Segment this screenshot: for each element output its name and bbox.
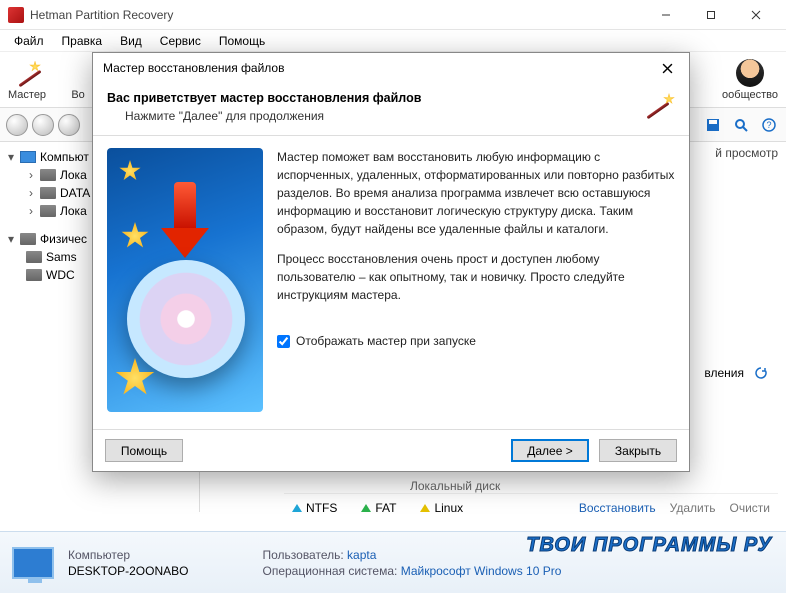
wizard-paragraph-2: Процесс восстановления очень прост и дос… <box>277 250 675 304</box>
app-icon <box>8 7 24 23</box>
fs-ntfs: NTFS <box>292 501 337 515</box>
footer-computer-name: DESKTOP-2OONABO <box>68 564 188 578</box>
wand-icon <box>13 59 41 87</box>
computer-icon <box>20 151 36 163</box>
menu-tools[interactable]: Сервис <box>152 32 209 50</box>
action-recover[interactable]: Восстановить <box>579 501 656 515</box>
wizard-next-button[interactable]: Далее > <box>511 439 589 462</box>
wizard-header: Вас приветствует мастер восстановления ф… <box>93 83 689 136</box>
wizard-show-on-start[interactable]: Отображать мастер при запуске <box>277 332 675 350</box>
refresh-icon[interactable] <box>750 362 772 384</box>
footer-os: Майкрософт Windows 10 Pro <box>401 564 562 578</box>
wizard-show-checkbox[interactable] <box>277 335 290 348</box>
disk-label: Локальный диск <box>410 479 500 493</box>
wizard-dialog: Мастер восстановления файлов Вас приветс… <box>92 52 690 472</box>
nav-back-button[interactable] <box>6 114 28 136</box>
footer-user: kapta <box>347 548 376 562</box>
wizard-footer: Помощь Далее > Закрыть <box>93 429 689 471</box>
drive-icon <box>40 169 56 181</box>
footer-computer-label: Компьютер <box>68 548 188 562</box>
minimize-button[interactable] <box>643 0 688 30</box>
hdd-icon <box>26 251 42 263</box>
window-title: Hetman Partition Recovery <box>30 8 643 22</box>
hdd-icon <box>26 269 42 281</box>
toolbar-wizard[interactable]: Мастер <box>8 59 46 101</box>
wizard-titlebar: Мастер восстановления файлов <box>93 53 689 83</box>
svg-text:?: ? <box>766 120 771 130</box>
person-icon <box>736 59 764 87</box>
menu-bar: Файл Правка Вид Сервис Помощь <box>0 30 786 52</box>
wizard-subheading: Нажмите "Далее" для продолжения <box>107 105 641 123</box>
wizard-paragraph-1: Мастер поможет вам восстановить любую ин… <box>277 148 675 238</box>
save-icon[interactable] <box>702 114 724 136</box>
filesystem-legend: NTFS FAT Linux Восстановить Удалить Очис… <box>284 493 778 521</box>
hdd-icon <box>20 233 36 245</box>
close-button[interactable] <box>733 0 778 30</box>
toolbar-community[interactable]: ообщество <box>722 59 778 101</box>
drive-icon <box>40 187 56 199</box>
action-delete[interactable]: Удалить <box>670 501 716 515</box>
maximize-button[interactable] <box>688 0 733 30</box>
help-icon[interactable]: ? <box>758 114 780 136</box>
menu-file[interactable]: Файл <box>6 32 52 50</box>
search-icon[interactable] <box>730 114 752 136</box>
window-titlebar: Hetman Partition Recovery <box>0 0 786 30</box>
nav-up-button[interactable] <box>58 114 80 136</box>
chevron-right-icon: › <box>26 186 36 200</box>
wizard-hero-image <box>107 148 263 412</box>
wizard-title: Мастер восстановления файлов <box>103 61 655 75</box>
menu-help[interactable]: Помощь <box>211 32 273 50</box>
wizard-checkbox-label: Отображать мастер при запуске <box>296 332 476 350</box>
toolbar-icon-2 <box>64 59 92 87</box>
fs-fat: FAT <box>361 501 396 515</box>
refresh-label: вления <box>704 366 744 380</box>
menu-view[interactable]: Вид <box>112 32 150 50</box>
wizard-body: Мастер поможет вам восстановить любую ин… <box>93 136 689 429</box>
fs-linux: Linux <box>420 501 463 515</box>
chevron-right-icon: › <box>26 168 36 182</box>
chevron-down-icon: ▾ <box>6 232 16 246</box>
drive-icon <box>40 205 56 217</box>
preview-header: й просмотр <box>715 146 778 160</box>
chevron-right-icon: › <box>26 204 36 218</box>
wizard-heading: Вас приветствует мастер восстановления ф… <box>107 91 641 105</box>
toolbar-wizard-label: Мастер <box>8 89 46 101</box>
action-clear[interactable]: Очисти <box>730 501 771 515</box>
wizard-close-icon[interactable] <box>655 56 679 80</box>
menu-edit[interactable]: Правка <box>54 32 111 50</box>
chevron-down-icon: ▾ <box>6 150 16 164</box>
wizard-close-button[interactable]: Закрыть <box>599 439 677 462</box>
wizard-help-button[interactable]: Помощь <box>105 439 183 462</box>
wand-icon <box>641 91 675 125</box>
nav-forward-button[interactable] <box>32 114 54 136</box>
watermark: ТВОИ ПРОГРАММЫ РУ <box>526 534 772 557</box>
monitor-icon <box>12 547 54 579</box>
toolbar-item-2[interactable]: Во <box>64 59 92 101</box>
